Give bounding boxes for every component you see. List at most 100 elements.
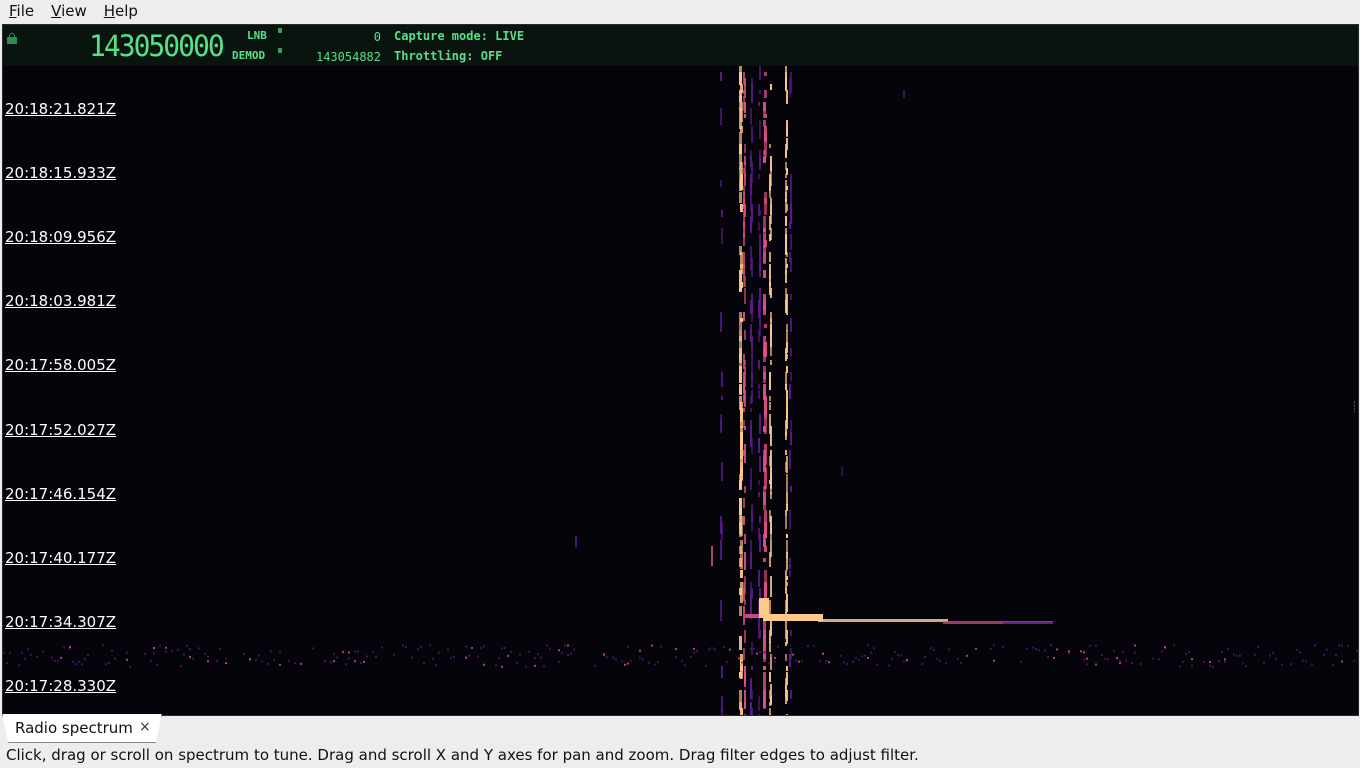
- signal-trace: [790, 234, 792, 250]
- noise-speck: [1239, 654, 1241, 657]
- signal-trace: [764, 546, 767, 552]
- noise-speck: [594, 664, 596, 667]
- noise-speck: [750, 647, 752, 650]
- signal-trace: [764, 468, 767, 489]
- menu-view[interactable]: View: [42, 0, 95, 22]
- signal-trace: [739, 180, 742, 191]
- signal-trace: [763, 540, 766, 546]
- signal-trace: [786, 690, 788, 701]
- noise-speck: [1314, 644, 1316, 647]
- noise-speck: [864, 654, 866, 657]
- signal-trace: [786, 630, 788, 644]
- signal-trace: [739, 132, 742, 145]
- signal-trace: [751, 516, 753, 531]
- noise-speck: [537, 653, 539, 656]
- noise-speck: [1044, 649, 1046, 652]
- signal-trace: [759, 456, 761, 472]
- signal-trace: [740, 408, 743, 428]
- lock-body: [7, 37, 17, 44]
- noise-speck: [1182, 660, 1184, 663]
- noise-speck: [723, 646, 725, 649]
- noise-speck: [825, 660, 827, 663]
- noise-speck: [114, 657, 116, 660]
- noise-speck: [504, 647, 506, 650]
- menu-file-mnemonic: F: [9, 2, 17, 20]
- signal-trace: [758, 492, 760, 497]
- noise-speck: [279, 650, 281, 653]
- noise-speck: [510, 650, 512, 653]
- noise-speck: [21, 651, 23, 654]
- signal-trace: [739, 336, 742, 341]
- noise-speck: [501, 665, 503, 668]
- demod-lock-icon[interactable]: [278, 48, 282, 53]
- demod-value[interactable]: 143054882: [303, 50, 381, 64]
- frequency-display[interactable]: 143050000: [89, 30, 225, 63]
- resize-handle[interactable]: [1354, 401, 1358, 413]
- signal-trace: [786, 576, 788, 580]
- signal-trace: [759, 156, 761, 170]
- noise-speck: [1080, 650, 1082, 653]
- noise-speck: [903, 90, 905, 98]
- tab-radio-spectrum[interactable]: Radio spectrum ×: [2, 714, 162, 743]
- noise-speck: [1095, 663, 1097, 666]
- noise-speck: [417, 648, 419, 651]
- signal-trace: [790, 294, 792, 300]
- noise-speck: [207, 655, 209, 658]
- noise-speck: [153, 647, 155, 650]
- noise-speck: [186, 644, 188, 647]
- waterfall-canvas[interactable]: [3, 66, 1358, 715]
- signal-trace: [740, 318, 743, 322]
- noise-speck: [822, 652, 824, 655]
- signal-trace: [769, 642, 771, 652]
- signal-trace: [786, 168, 788, 175]
- signal-trace: [785, 300, 787, 313]
- waterfall-display[interactable]: 20:18:21.821Z 20:18:15.933Z 20:18:09.956Z 2…: [3, 66, 1358, 715]
- menu-help-mnemonic: H: [103, 2, 116, 20]
- noise-speck: [438, 651, 440, 654]
- signal-trace: [785, 216, 787, 226]
- signal-trace: [785, 432, 787, 440]
- signal-trace: [744, 114, 746, 118]
- noise-speck: [1038, 649, 1040, 652]
- noise-speck: [1185, 652, 1187, 655]
- signal-trace: [743, 450, 745, 456]
- signal-trace: [763, 672, 766, 690]
- noise-speck: [774, 657, 776, 660]
- noise-speck: [939, 659, 941, 662]
- signal-trace: [786, 252, 788, 257]
- signal-trace: [763, 372, 766, 379]
- signal-trace: [750, 420, 752, 427]
- signal-trace: [789, 390, 791, 396]
- lnb-lock-icon[interactable]: [278, 28, 282, 33]
- noise-speck: [798, 660, 800, 663]
- signal-trace: [790, 432, 792, 445]
- noise-speck: [348, 657, 350, 660]
- noise-speck: [1302, 659, 1304, 662]
- menu-file[interactable]: File: [0, 0, 42, 22]
- noise-speck: [1269, 654, 1271, 657]
- menu-help[interactable]: Help: [95, 0, 146, 22]
- noise-speck: [1188, 651, 1190, 654]
- noise-speck: [18, 664, 20, 667]
- noise-speck: [681, 659, 683, 662]
- close-icon[interactable]: ×: [139, 719, 151, 735]
- signal-trace: [744, 276, 746, 287]
- frequency-header: 143050000 LNB 0 DEMOD 143054882 Capture …: [3, 25, 1358, 66]
- signal-trace: [720, 72, 722, 81]
- signal-trace: [786, 366, 788, 373]
- lock-icon[interactable]: [7, 33, 17, 44]
- lnb-value[interactable]: 0: [303, 30, 381, 44]
- noise-speck: [1305, 660, 1307, 663]
- noise-speck: [693, 647, 695, 650]
- noise-speck: [516, 661, 518, 664]
- noise-speck: [507, 654, 509, 657]
- noise-speck: [924, 656, 926, 659]
- noise-speck: [696, 650, 698, 653]
- signal-trace: [758, 366, 760, 370]
- signal-trace: [786, 666, 788, 671]
- signal-trace: [720, 108, 722, 125]
- noise-speck: [840, 654, 842, 657]
- noise-speck: [708, 648, 710, 651]
- signal-trace: [721, 708, 723, 712]
- signal-trace: [769, 702, 771, 706]
